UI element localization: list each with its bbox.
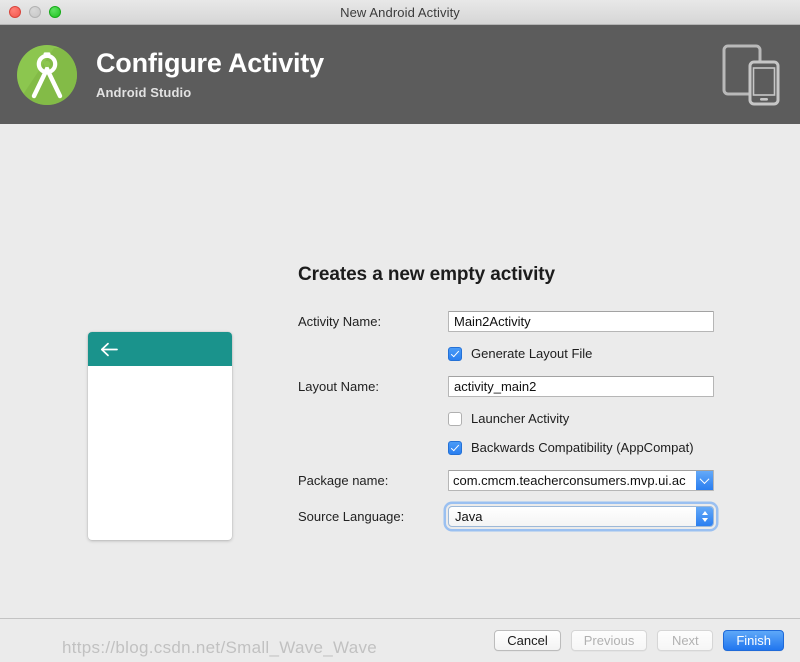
layout-name-input[interactable]: [448, 375, 714, 397]
activity-name-row: Activity Name:: [298, 310, 714, 332]
activity-config-form: Activity Name: Generate Layout File Layo…: [298, 310, 714, 541]
tablet-and-phone-icon: [722, 44, 780, 106]
layout-name-label: Layout Name:: [298, 378, 379, 394]
package-name-combobox[interactable]: com.cmcm.teacherconsumers.mvp.ui.ac: [448, 469, 714, 491]
finish-button[interactable]: Finish: [723, 630, 784, 651]
launcher-activity-label: Launcher Activity: [471, 411, 570, 426]
source-language-select[interactable]: Java: [448, 505, 714, 527]
window-titlebar: New Android Activity: [0, 0, 800, 25]
source-language-focus-ring: Java: [446, 504, 716, 529]
page-title: Configure Activity: [96, 48, 324, 79]
close-button-icon[interactable]: [9, 6, 21, 18]
package-name-label: Package name:: [298, 472, 389, 488]
back-arrow-icon: [100, 342, 118, 356]
watermark-text: https://blog.csdn.net/Small_Wave_Wave: [62, 638, 378, 657]
package-name-value: com.cmcm.teacherconsumers.mvp.ui.ac: [453, 472, 686, 488]
header-text-block: Configure Activity Android Studio: [96, 48, 324, 100]
dialog-header: Configure Activity Android Studio: [0, 25, 800, 124]
activity-name-input[interactable]: [448, 310, 714, 332]
backwards-compatibility-checkbox[interactable]: [448, 440, 462, 455]
source-language-row: Source Language: Java: [298, 505, 714, 527]
package-name-row: Package name: com.cmcm.teacherconsumers.…: [298, 469, 714, 491]
previous-button[interactable]: Previous: [570, 630, 648, 651]
new-android-activity-dialog: New Android Activity Configure Activity …: [0, 0, 800, 662]
android-studio-logo-icon: [14, 42, 80, 108]
next-button[interactable]: Next: [657, 630, 714, 651]
preview-appbar: [88, 332, 232, 366]
section-title: Creates a new empty activity: [298, 264, 555, 285]
launcher-activity-row[interactable]: Launcher Activity: [298, 411, 714, 426]
chevron-down-icon[interactable]: [696, 470, 713, 490]
generate-layout-file-label: Generate Layout File: [471, 346, 593, 361]
window-controls: [9, 6, 61, 18]
product-name: Android Studio: [96, 84, 192, 100]
window-title: New Android Activity: [340, 4, 460, 20]
activity-preview: [88, 332, 232, 540]
backwards-compatibility-row[interactable]: Backwards Compatibility (AppCompat): [298, 440, 714, 455]
cancel-button[interactable]: Cancel: [494, 630, 561, 651]
activity-name-label: Activity Name:: [298, 313, 382, 329]
generate-layout-file-checkbox[interactable]: [448, 346, 462, 361]
minimize-button-icon[interactable]: [29, 6, 41, 18]
chevron-up-down-icon[interactable]: [696, 506, 713, 526]
layout-name-row: Layout Name:: [298, 375, 714, 397]
dialog-body: Creates a new empty activity Activity Na…: [0, 124, 800, 618]
zoom-button-icon[interactable]: [49, 6, 61, 18]
dialog-footer: Cancel Previous Next Finish https://blog…: [0, 618, 800, 662]
launcher-activity-checkbox[interactable]: [448, 411, 462, 426]
source-language-value: Java: [455, 508, 483, 524]
generate-layout-file-row[interactable]: Generate Layout File: [298, 346, 714, 361]
source-language-label: Source Language:: [298, 508, 405, 524]
backwards-compatibility-label: Backwards Compatibility (AppCompat): [471, 440, 694, 455]
